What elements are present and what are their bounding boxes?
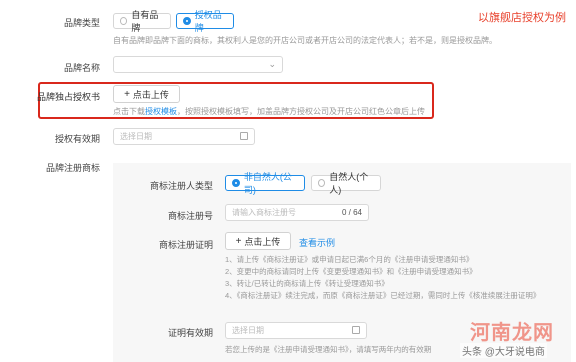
- note-item: 1、请上传《商标注册证》或申请日起已满6个月的《注册申请受理通知书》: [225, 255, 474, 264]
- brand-name-label: 品牌名称: [63, 63, 100, 73]
- watermark-text: 头条 @大牙说电商: [460, 343, 547, 358]
- template-link[interactable]: 授权模板: [145, 107, 177, 116]
- note-item: 3、转让/已转让的商标请上传《转让受理通知书》: [225, 279, 389, 288]
- upload-button-label: 点击上传: [244, 236, 281, 247]
- reg-number-label: 商标注册号: [167, 211, 213, 221]
- calendar-icon: [352, 326, 360, 334]
- note-item: 2、变更中的商标请同时上传《变更受理通知书》和《注册申请受理通知书》: [225, 267, 477, 276]
- radio-own-brand[interactable]: 自有品牌: [113, 10, 171, 33]
- reg-certificate-notes: 1、请上传《商标注册证》或申请日起已满6个月的《注册申请受理通知书》 2、变更中…: [225, 254, 540, 302]
- radio-company[interactable]: 非自然人(公司): [225, 172, 305, 195]
- calendar-icon: [240, 132, 248, 140]
- cert-validity-hint: 若您上传的是《注册申请受理通知书》，请填写两年内的有效期: [225, 345, 432, 354]
- radio-own-brand-label: 自有品牌: [131, 10, 159, 33]
- auth-validity-date-input[interactable]: 选择日期: [113, 128, 255, 145]
- annotation-text: 以旗舰店授权为例: [478, 12, 566, 24]
- reg-certificate-label: 商标注册证明: [158, 240, 213, 250]
- note-item: 4、《商标注册证》续注完成，而原《商标注册证》已经过期，需同时上传《核准续展注册…: [225, 291, 541, 300]
- reg-number-input[interactable]: 请输入商标注册号 0 / 64: [225, 204, 369, 221]
- radio-authorized-brand[interactable]: 授权品牌: [176, 10, 234, 33]
- cert-validity-placeholder: 选择日期: [232, 326, 264, 335]
- radio-authorized-brand-label: 授权品牌: [194, 10, 222, 33]
- radio-individual[interactable]: 自然人(个人): [311, 172, 381, 195]
- watermark-logo: 河南龙网: [470, 322, 554, 344]
- reg-number-counter: 0 / 64: [341, 208, 362, 217]
- brand-name-select[interactable]: ⌄: [113, 56, 283, 73]
- cert-validity-date-input[interactable]: 选择日期: [225, 322, 367, 339]
- cert-validity-label: 证明有效期: [167, 328, 213, 338]
- auth-validity-label: 授权有效期: [54, 134, 100, 144]
- reg-certificate-upload-button[interactable]: + 点击上传: [225, 232, 291, 250]
- hint-prefix: 点击下载: [113, 107, 145, 116]
- upload-button-label: 点击上传: [132, 89, 169, 100]
- radio-individual-label: 自然人(个人): [329, 172, 369, 195]
- radio-dot-selected-icon: [183, 17, 191, 25]
- brand-type-label: 品牌类型: [63, 18, 100, 28]
- hint-suffix: ，按照授权模板填写，加盖品牌方授权公司及开店公司红色公章后上传: [177, 107, 425, 116]
- brand-type-hint: 自有品牌即品牌下面的商标，其权利人是您的开店公司或者开店公司的法定代表人；若不是…: [113, 36, 497, 45]
- reg-number-placeholder: 请输入商标注册号: [232, 208, 296, 217]
- plus-icon: +: [124, 88, 130, 100]
- exclusive-auth-upload-button[interactable]: + 点击上传: [113, 85, 180, 103]
- radio-company-label: 非自然人(公司): [243, 172, 292, 195]
- chevron-down-icon: ⌄: [268, 59, 276, 69]
- radio-dot-icon: [318, 179, 326, 187]
- radio-dot-icon: [120, 17, 128, 25]
- trademark-reg-label: 品牌注册商标: [45, 163, 100, 173]
- exclusive-auth-label: 品牌独占授权书: [36, 92, 100, 102]
- exclusive-auth-hint: 点击下载授权模板，按照授权模板填写，加盖品牌方授权公司及开店公司红色公章后上传: [113, 106, 425, 117]
- auth-validity-placeholder: 选择日期: [120, 132, 152, 141]
- radio-dot-selected-icon: [232, 179, 240, 187]
- plus-icon: +: [235, 235, 242, 247]
- registrant-type-label: 商标注册人类型: [149, 181, 213, 191]
- view-example-link[interactable]: 查看示例: [299, 236, 335, 249]
